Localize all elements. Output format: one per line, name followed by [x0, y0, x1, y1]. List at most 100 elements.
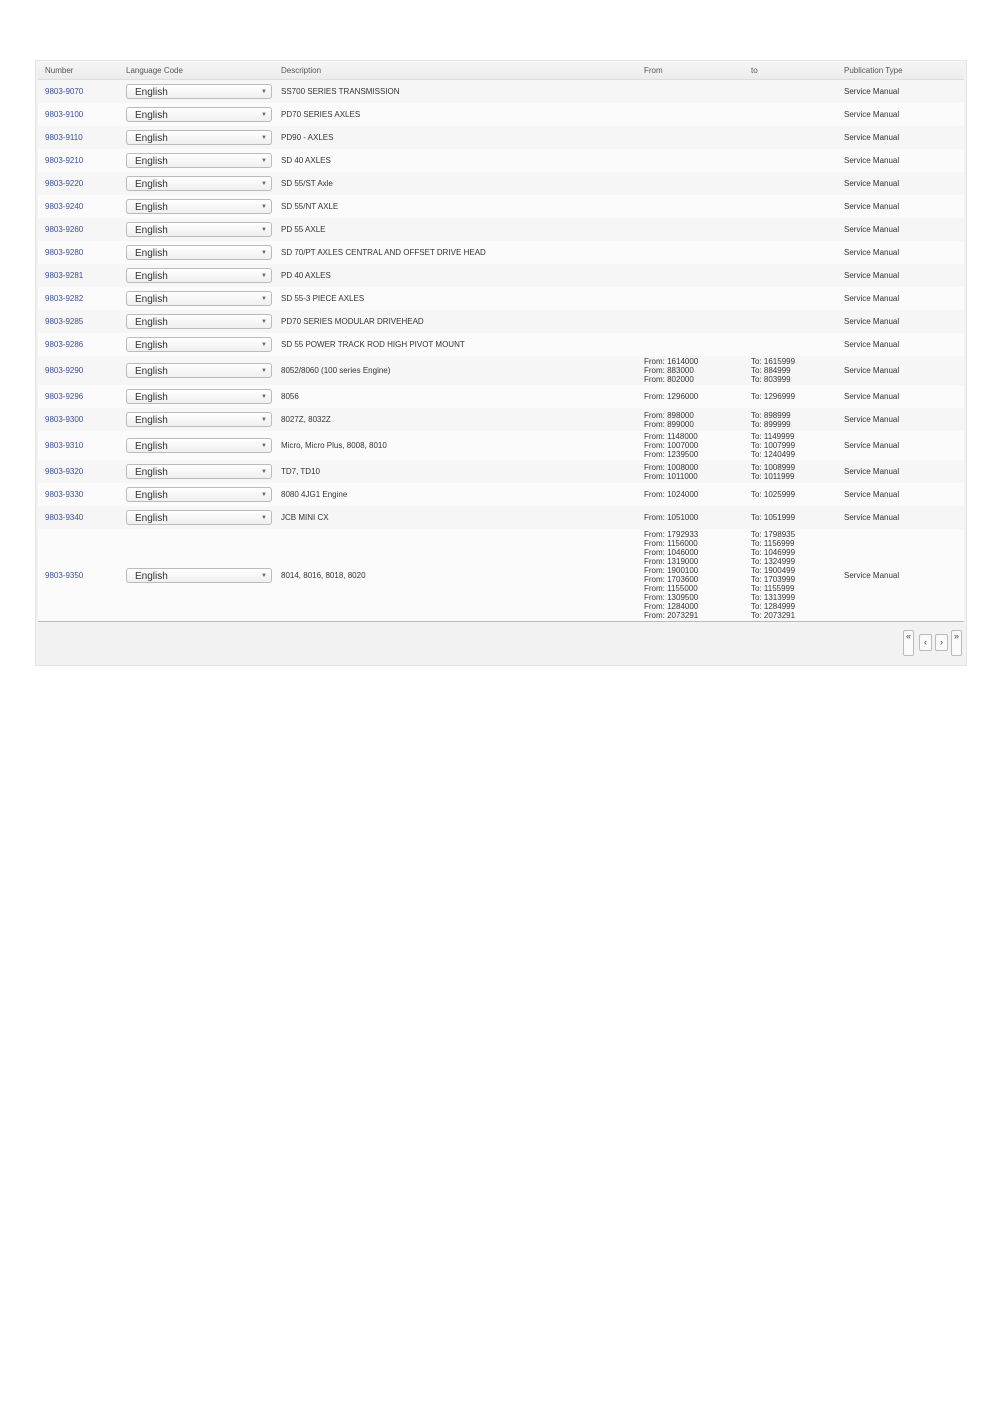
chevron-left-icon: ‹: [924, 637, 927, 647]
description-cell: PD70 SERIES AXLES: [274, 103, 637, 126]
publication-number-link[interactable]: 9803-9290: [45, 366, 83, 375]
publication-number-link[interactable]: 9803-9340: [45, 513, 83, 522]
publication-number-link[interactable]: 9803-9281: [45, 271, 83, 280]
publication-number-link[interactable]: 9803-9220: [45, 179, 83, 188]
from-value: From: 802000: [644, 375, 694, 384]
language-select[interactable]: English ▼: [126, 291, 272, 306]
publication-number-link[interactable]: 9803-9285: [45, 317, 83, 326]
header-to[interactable]: to: [744, 61, 837, 80]
language-select[interactable]: English ▼: [126, 314, 272, 329]
first-page-button[interactable]: «: [903, 630, 914, 656]
publication-number-link[interactable]: 9803-9100: [45, 110, 83, 119]
language-select[interactable]: English ▼: [126, 153, 272, 168]
language-select[interactable]: English ▼: [126, 363, 272, 378]
publication-number-link[interactable]: 9803-9280: [45, 248, 83, 257]
from-value: From: 1156000: [644, 539, 698, 548]
last-page-button[interactable]: »: [951, 630, 962, 656]
dropdown-arrow-icon: ▼: [261, 368, 267, 374]
publication-number-link[interactable]: 9803-9286: [45, 340, 83, 349]
language-select[interactable]: English ▼: [126, 438, 272, 453]
dropdown-arrow-icon: ▼: [261, 492, 267, 498]
from-value: From: 1284000: [644, 602, 699, 611]
from-value: From: 883000: [644, 366, 694, 375]
language-select[interactable]: English ▼: [126, 412, 272, 427]
to-value: To: 1703999: [751, 575, 796, 584]
language-select[interactable]: English ▼: [126, 107, 272, 122]
description-cell: SD 55 POWER TRACK ROD HIGH PIVOT MOUNT: [274, 333, 637, 356]
publication-number-link[interactable]: 9803-9240: [45, 202, 83, 211]
table-row: 9803-9350 English ▼ 8014, 8016, 8018, 802…: [38, 529, 964, 621]
to-value: To: 1798935: [751, 530, 796, 539]
from-value: From: 1319000: [644, 557, 699, 566]
publication-type-cell: Service Manual: [837, 506, 964, 529]
to-cell: [744, 126, 837, 149]
language-select[interactable]: English ▼: [126, 510, 272, 525]
publication-number-link[interactable]: 9803-9296: [45, 392, 83, 401]
table-row: 9803-9310 English ▼ Micro, Micro Plus, 80…: [38, 431, 964, 460]
language-select[interactable]: English ▼: [126, 199, 272, 214]
language-select[interactable]: English ▼: [126, 84, 272, 99]
to-value: To: 1011999: [751, 471, 795, 481]
publication-type-cell: Service Manual: [837, 126, 964, 149]
publication-number-link[interactable]: 9803-9310: [45, 441, 83, 450]
to-cell: To: 1798935 To: 1156999 To: 1046999 To: 132…: [744, 529, 837, 621]
dropdown-arrow-icon: ▼: [261, 112, 267, 118]
language-select-value: English: [135, 271, 168, 282]
publication-number-link[interactable]: 9803-9110: [45, 133, 83, 142]
prev-page-button[interactable]: ‹: [919, 634, 932, 651]
to-value: To: 1051999: [751, 513, 796, 522]
to-value: To: 1240499: [751, 450, 796, 459]
to-value: To: 1155999: [751, 584, 795, 593]
language-select[interactable]: English ▼: [126, 222, 272, 237]
language-select[interactable]: English ▼: [126, 464, 272, 479]
publication-number-link[interactable]: 9803-9282: [45, 294, 83, 303]
from-value: From: 1900100: [644, 566, 699, 575]
language-select-value: English: [135, 513, 168, 524]
from-cell: From: 1051000: [637, 506, 744, 529]
language-select-value: English: [135, 179, 168, 190]
description-cell: SD 55/NT AXLE: [274, 195, 637, 218]
publication-number-link[interactable]: 9803-9210: [45, 156, 83, 165]
language-select[interactable]: English ▼: [126, 389, 272, 404]
header-number[interactable]: Number: [38, 61, 119, 80]
description-cell: SD 55-3 PIECE AXLES: [274, 287, 637, 310]
table-row: 9803-9282 English ▼ SD 55-3 PIECE AXLES S…: [38, 287, 964, 310]
publication-number-link[interactable]: 9803-9260: [45, 225, 83, 234]
table-row: 9803-9070 English ▼ SS700 SERIES TRANSMIS…: [38, 79, 964, 103]
from-value: From: 1792933: [644, 530, 699, 539]
table-row: 9803-9320 English ▼ TD7, TD10 From: 10080…: [38, 460, 964, 483]
language-select[interactable]: English ▼: [126, 130, 272, 145]
next-page-button[interactable]: ›: [935, 634, 948, 651]
header-publication-type[interactable]: Publication Type: [837, 61, 964, 80]
description-cell: JCB MINI CX: [274, 506, 637, 529]
language-select[interactable]: English ▼: [126, 268, 272, 283]
publication-number-link[interactable]: 9803-9070: [45, 87, 83, 96]
to-cell: [744, 195, 837, 218]
header-description[interactable]: Description: [274, 61, 637, 80]
to-value: To: 803999: [751, 375, 791, 384]
language-select-value: English: [135, 317, 168, 328]
language-select[interactable]: English ▼: [126, 487, 272, 502]
publication-type-cell: Service Manual: [837, 172, 964, 195]
publication-type-cell: Service Manual: [837, 103, 964, 126]
language-select[interactable]: English ▼: [126, 567, 272, 583]
to-value: To: 2073291: [751, 611, 796, 620]
language-select[interactable]: English ▼: [126, 337, 272, 352]
description-cell: TD7, TD10: [274, 460, 637, 483]
to-cell: [744, 103, 837, 126]
to-value: To: 1296999: [751, 392, 796, 401]
publication-type-cell: Service Manual: [837, 356, 964, 385]
header-language-code[interactable]: Language Code: [119, 61, 274, 80]
publication-number-link[interactable]: 9803-9350: [45, 571, 83, 580]
from-cell: [637, 149, 744, 172]
from-cell: [637, 241, 744, 264]
language-select[interactable]: English ▼: [126, 245, 272, 260]
from-value: From: 2073291: [644, 611, 699, 620]
dropdown-arrow-icon: ▼: [261, 469, 267, 475]
language-select[interactable]: English ▼: [126, 176, 272, 191]
publication-number-link[interactable]: 9803-9300: [45, 415, 83, 424]
header-from[interactable]: From: [637, 61, 744, 80]
publication-number-link[interactable]: 9803-9320: [45, 467, 83, 476]
publication-number-link[interactable]: 9803-9330: [45, 490, 83, 499]
description-cell: SD 55/ST Axle: [274, 172, 637, 195]
